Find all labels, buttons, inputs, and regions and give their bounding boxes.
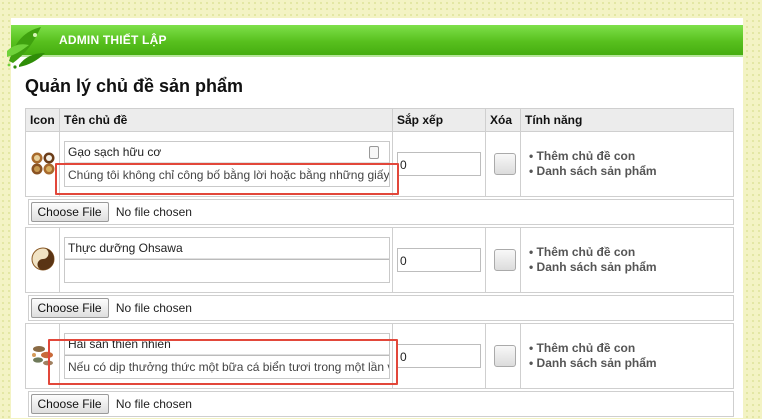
name-box: Hải sản thiên nhiên Nếu có dịp thưởng th… xyxy=(64,333,390,379)
features-cell: • Thêm chủ đề con • Danh sách sản phẩm xyxy=(521,132,734,197)
topic-description-input[interactable]: Chúng tôi không chỉ công bố bằng lời hoặ… xyxy=(65,163,389,186)
delete-cell xyxy=(486,228,521,293)
file-row: Choose File No file chosen xyxy=(26,197,734,228)
file-cell: Choose File No file chosen xyxy=(26,197,734,228)
table-row: Hải sản thiên nhiên Nếu có dịp thưởng th… xyxy=(26,324,734,389)
sort-cell: 0 xyxy=(393,228,486,293)
name-box: Gạo sạch hữu cơ Chúng tôi không chỉ công… xyxy=(64,141,390,187)
add-subtopic-link[interactable]: • Thêm chủ đề con xyxy=(529,341,733,356)
file-status: No file chosen xyxy=(116,205,192,219)
product-list-link[interactable]: • Danh sách sản phẩm xyxy=(529,164,733,179)
sort-input[interactable]: 0 xyxy=(397,248,481,272)
product-list-link[interactable]: • Danh sách sản phẩm xyxy=(529,260,733,275)
product-list-link[interactable]: • Danh sách sản phẩm xyxy=(529,356,733,371)
delete-cell xyxy=(486,132,521,197)
topic-description-input[interactable]: Nếu có dịp thưởng thức một bữa cá biển t… xyxy=(65,355,389,378)
file-row: Choose File No file chosen xyxy=(26,389,734,419)
admin-panel: ADMIN THIẾT LẬP Quản lý chủ đề sản phẩm … xyxy=(11,18,743,418)
name-box: Thực dưỡng Ohsawa xyxy=(64,237,390,283)
col-header-features: Tính năng xyxy=(521,109,734,132)
sort-cell: 0 xyxy=(393,324,486,389)
col-header-sort: Sắp xếp xyxy=(393,109,486,132)
sort-input[interactable]: 0 xyxy=(397,152,481,176)
icon-cell xyxy=(26,324,60,389)
delete-checkbox[interactable] xyxy=(494,345,516,367)
file-input: Choose File No file chosen xyxy=(28,391,734,417)
topic-name-input[interactable]: Hải sản thiên nhiên xyxy=(65,334,389,355)
file-input: Choose File No file chosen xyxy=(28,295,734,321)
file-cell: Choose File No file chosen xyxy=(26,389,734,419)
icon-cell xyxy=(26,228,60,293)
file-status: No file chosen xyxy=(116,397,192,411)
seafood-icon xyxy=(30,342,56,368)
sort-input[interactable]: 0 xyxy=(397,344,481,368)
sort-cell: 0 xyxy=(393,132,486,197)
file-input: Choose File No file chosen xyxy=(28,199,734,225)
lock-icon xyxy=(369,146,379,159)
table-row: Gạo sạch hữu cơ Chúng tôi không chỉ công… xyxy=(26,132,734,197)
table-row: Thực dưỡng Ohsawa 0 • Thêm chủ đề con • … xyxy=(26,228,734,293)
icon-cell xyxy=(26,132,60,197)
add-subtopic-link[interactable]: • Thêm chủ đề con xyxy=(529,149,733,164)
add-subtopic-link[interactable]: • Thêm chủ đề con xyxy=(529,245,733,260)
topic-table: Icon Tên chủ đề Sắp xếp Xóa Tính năng xyxy=(25,108,734,419)
delete-checkbox[interactable] xyxy=(494,153,516,175)
name-cell: Gạo sạch hữu cơ Chúng tôi không chỉ công… xyxy=(60,132,393,197)
topic-description-input[interactable] xyxy=(65,259,389,282)
rice-bowls-icon xyxy=(30,150,56,176)
features-cell: • Thêm chủ đề con • Danh sách sản phẩm xyxy=(521,228,734,293)
page-title: Quản lý chủ đề sản phẩm xyxy=(25,76,243,97)
col-header-name: Tên chủ đề xyxy=(60,109,393,132)
col-header-delete: Xóa xyxy=(486,109,521,132)
choose-file-button[interactable]: Choose File xyxy=(31,298,109,318)
header-bar: ADMIN THIẾT LẬP xyxy=(11,25,743,57)
name-cell: Thực dưỡng Ohsawa xyxy=(60,228,393,293)
topic-name-input[interactable]: Thực dưỡng Ohsawa xyxy=(65,238,389,259)
file-cell: Choose File No file chosen xyxy=(26,293,734,324)
delete-cell xyxy=(486,324,521,389)
name-cell: Hải sản thiên nhiên Nếu có dịp thưởng th… xyxy=(60,324,393,389)
file-row: Choose File No file chosen xyxy=(26,293,734,324)
features-cell: • Thêm chủ đề con • Danh sách sản phẩm xyxy=(521,324,734,389)
delete-checkbox[interactable] xyxy=(494,249,516,271)
topic-name-input[interactable]: Gạo sạch hữu cơ xyxy=(65,142,389,163)
choose-file-button[interactable]: Choose File xyxy=(31,202,109,222)
table-header-row: Icon Tên chủ đề Sắp xếp Xóa Tính năng xyxy=(26,109,734,132)
header-title: ADMIN THIẾT LẬP xyxy=(59,33,167,47)
choose-file-button[interactable]: Choose File xyxy=(31,394,109,414)
file-status: No file chosen xyxy=(116,301,192,315)
col-header-icon: Icon xyxy=(26,109,60,132)
leaf-icon xyxy=(5,21,49,69)
yin-yang-icon xyxy=(30,246,56,272)
